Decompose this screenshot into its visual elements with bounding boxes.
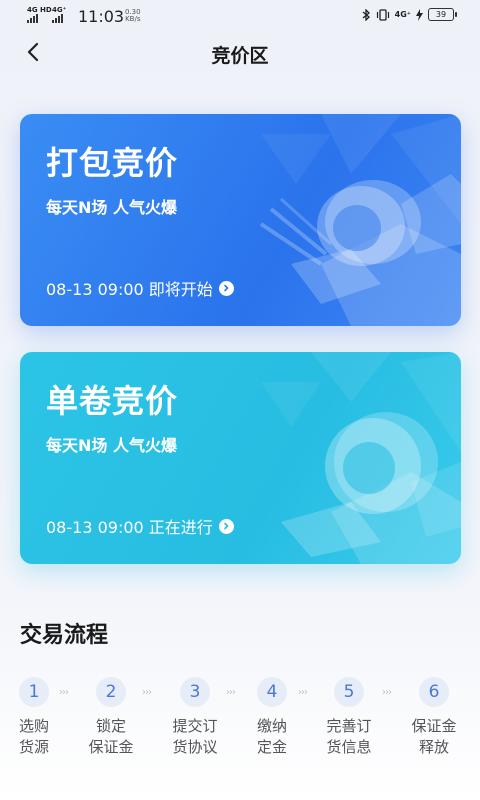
step-label-line2: 货信息 bbox=[326, 738, 372, 756]
status-bar: 4G HD 4G⁺ 11:03 0.30 KB/s 4G⁺ 39 bbox=[0, 0, 480, 34]
step-number: 1 bbox=[19, 677, 49, 707]
card-status: 08-13 09:00 正在进行 bbox=[46, 514, 234, 538]
step-number: 4 bbox=[257, 677, 287, 707]
step-number: 3 bbox=[180, 677, 210, 707]
vibrate-icon bbox=[376, 8, 389, 21]
charging-icon bbox=[416, 8, 423, 21]
step-label-line1: 完善订 bbox=[326, 717, 372, 735]
step-label-line1: 提交订 bbox=[172, 717, 218, 735]
speed-unit: KB/s bbox=[125, 15, 141, 23]
single-roll-bidding-card[interactable]: 单卷竞价 每天N场 人气火爆 08-13 09:00 正在进行 bbox=[20, 352, 461, 564]
process-step-2: 2 锁定 保证金 bbox=[76, 677, 146, 758]
step-label-line1: 选购 bbox=[18, 717, 49, 735]
card-subtitle: 每天N场 人气火爆 bbox=[46, 198, 177, 217]
step-label-line2: 货协议 bbox=[172, 738, 218, 756]
process-step-4: 4 缴纳 定金 bbox=[237, 677, 307, 758]
card-time-status: 08-13 09:00 即将开始 bbox=[46, 280, 213, 299]
package-bidding-card[interactable]: 打包竞价 每天N场 人气火爆 08-13 09:00 即将开始 bbox=[20, 114, 461, 326]
battery-icon: 39 bbox=[428, 8, 457, 21]
step-label-line1: 保证金 bbox=[411, 717, 457, 735]
step-separator: ››› bbox=[226, 687, 236, 698]
step-number: 2 bbox=[96, 677, 126, 707]
page-title: 竞价区 bbox=[211, 45, 269, 67]
network-type-3: 4G⁺ bbox=[394, 10, 411, 19]
roll-illustration bbox=[261, 352, 461, 564]
process-steps: 1 选购 货源 ››› 2 锁定 保证金 ››› 3 提交订 货协议 ››› 4… bbox=[0, 677, 480, 777]
chevron-right-icon bbox=[218, 518, 234, 534]
status-icons: 4G⁺ 39 bbox=[362, 8, 457, 21]
process-section-title: 交易流程 bbox=[20, 623, 109, 648]
card-subtitle: 每天N场 人气火爆 bbox=[46, 436, 177, 455]
step-separator: ››› bbox=[298, 687, 308, 698]
step-label-line1: 缴纳 bbox=[256, 717, 287, 735]
step-label: 完善订 货信息 bbox=[314, 716, 384, 758]
step-label: 选购 货源 bbox=[0, 716, 69, 758]
step-label-line2: 释放 bbox=[418, 738, 449, 756]
network-type-2: 4G⁺ bbox=[52, 6, 67, 14]
process-step-5: 5 完善订 货信息 bbox=[314, 677, 384, 758]
signal-icon bbox=[27, 14, 38, 23]
package-illustration bbox=[259, 114, 461, 326]
step-number: 5 bbox=[334, 677, 364, 707]
clock: 11:03 bbox=[78, 7, 125, 26]
step-label-line2: 货源 bbox=[18, 738, 49, 756]
step-label-line2: 保证金 bbox=[88, 738, 134, 756]
card-title: 单卷竞价 bbox=[46, 382, 179, 420]
bluetooth-icon bbox=[362, 8, 370, 21]
network-type-1: 4G HD bbox=[27, 6, 52, 14]
process-step-6: 6 保证金 释放 bbox=[399, 677, 469, 758]
card-title: 打包竞价 bbox=[46, 144, 179, 182]
step-number: 6 bbox=[419, 677, 449, 707]
step-label-line2: 定金 bbox=[256, 738, 287, 756]
nav-header: 竞价区 bbox=[0, 34, 480, 74]
step-label: 锁定 保证金 bbox=[76, 716, 146, 758]
step-separator: ››› bbox=[382, 687, 392, 698]
step-label: 提交订 货协议 bbox=[160, 716, 230, 758]
process-step-3: 3 提交订 货协议 bbox=[160, 677, 230, 758]
card-status: 08-13 09:00 即将开始 bbox=[46, 276, 234, 300]
card-time-status: 08-13 09:00 正在进行 bbox=[46, 518, 213, 537]
network-speed: 0.30 KB/s bbox=[125, 9, 141, 23]
chevron-right-icon bbox=[218, 280, 234, 296]
step-label: 保证金 释放 bbox=[399, 716, 469, 758]
step-separator: ››› bbox=[142, 687, 152, 698]
step-label-line1: 锁定 bbox=[95, 717, 126, 735]
step-separator: ››› bbox=[59, 687, 69, 698]
signal-icon-2 bbox=[52, 14, 63, 23]
step-label: 缴纳 定金 bbox=[237, 716, 307, 758]
